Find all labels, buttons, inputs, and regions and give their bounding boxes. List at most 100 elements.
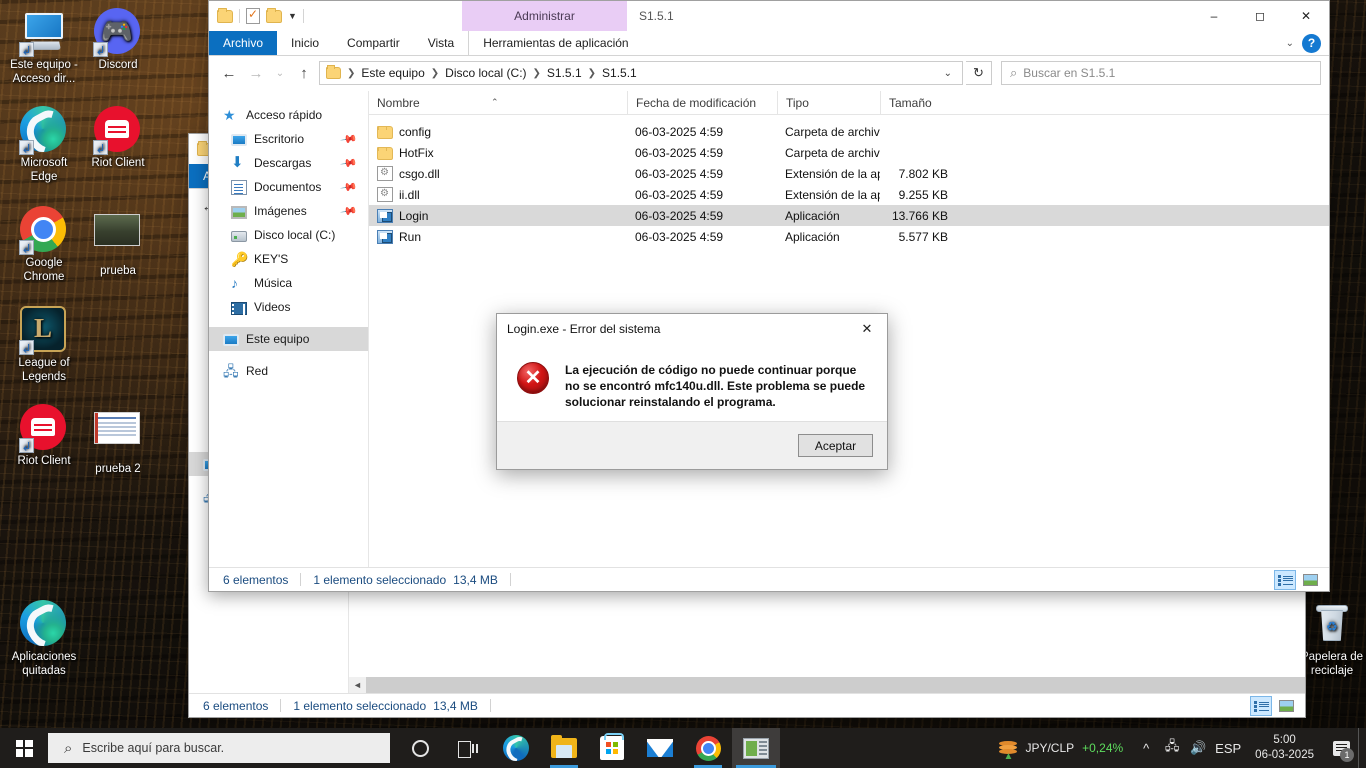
scroll-left-arrow-icon[interactable]: ◄ xyxy=(349,680,366,690)
column-header-nombre[interactable]: ⌃ Nombre xyxy=(369,91,627,115)
sidebar-item-descargas[interactable]: ⬇ Descargas 📌 xyxy=(209,151,368,175)
background-view-buttons[interactable] xyxy=(1250,695,1305,716)
refresh-button[interactable]: ↻ xyxy=(966,61,992,85)
forward-button[interactable]: → xyxy=(244,61,268,85)
search-input[interactable]: ⌕ Buscar en S1.5.1 xyxy=(1001,61,1321,85)
sidebar-item-documentos[interactable]: Documentos 📌 xyxy=(209,175,368,199)
notification-center-button[interactable]: 1 xyxy=(1324,728,1358,768)
breadcrumb-item-este-equipo[interactable]: Este equipo xyxy=(358,66,427,80)
desktop[interactable]: Este equipo - Acceso dir... 🎮 Discord Mi… xyxy=(0,0,1366,768)
column-header-tamano[interactable]: Tamaño xyxy=(880,91,960,115)
desktop-icon-riot-client[interactable]: Riot Client xyxy=(80,106,156,171)
help-icon[interactable]: ? xyxy=(1302,33,1321,53)
ribbon-right-controls[interactable]: ⌄ ? xyxy=(1286,31,1329,55)
view-buttons[interactable] xyxy=(1274,569,1329,590)
folder-icon[interactable] xyxy=(266,7,282,23)
taskbar-task-view-button[interactable] xyxy=(444,728,492,768)
sidebar-item-escritorio[interactable]: Escritorio 📌 xyxy=(209,127,368,151)
error-dialog[interactable]: Login.exe - Error del sistema ✕ ✕ La eje… xyxy=(496,313,888,470)
address-row[interactable]: ← → ⌄ ↑ ❯ Este equipo ❯ Disco local (C:)… xyxy=(209,56,1329,90)
titlebar[interactable]: ▼ Administrar S1.5.1 – ◻ ✕ xyxy=(209,1,1329,31)
sidebar-item-disco-local-c[interactable]: Disco local (C:) xyxy=(209,223,368,247)
taskbar-microsoft-edge-button[interactable] xyxy=(492,728,540,768)
breadcrumb-item-disco-local[interactable]: Disco local (C:) xyxy=(442,66,529,80)
accept-button[interactable]: Aceptar xyxy=(798,434,873,457)
customize-icon[interactable]: ▼ xyxy=(288,11,297,21)
desktop-icon-microsoft-edge[interactable]: Microsoft Edge xyxy=(6,106,82,184)
table-row[interactable]: ii.dll 06-03-2025 4:59 Extensión de la a… xyxy=(369,184,1329,205)
close-button[interactable]: ✕ xyxy=(1283,1,1329,31)
maximize-button[interactable]: ◻ xyxy=(1237,1,1283,31)
taskbar-microsoft-store-button[interactable] xyxy=(588,728,636,768)
quick-access-toolbar[interactable]: ▼ xyxy=(209,1,304,31)
breadcrumb[interactable]: ❯ Este equipo ❯ Disco local (C:) ❯ S1.5.… xyxy=(319,61,963,85)
table-row[interactable]: csgo.dll 06-03-2025 4:59 Extensión de la… xyxy=(369,163,1329,184)
table-row[interactable]: Login 06-03-2025 4:59 Aplicación 13.766 … xyxy=(369,205,1329,226)
sidebar-item-imagenes[interactable]: Imágenes 📌 xyxy=(209,199,368,223)
tab-compartir[interactable]: Compartir xyxy=(333,31,414,55)
sidebar-item-acceso-rapido[interactable]: ★ Acceso rápido xyxy=(209,103,368,127)
dialog-close-button[interactable]: ✕ xyxy=(847,314,887,344)
sidebar-item-este-equipo[interactable]: Este equipo xyxy=(209,327,368,351)
tray-stock-widget[interactable]: ▲ JPY/CLP +0,24% xyxy=(989,739,1133,762)
column-header-fecha[interactable]: Fecha de modificación xyxy=(627,91,777,115)
desktop-icon-este-equipo[interactable]: Este equipo - Acceso dir... xyxy=(6,8,82,86)
table-row[interactable]: Run 06-03-2025 4:59 Aplicación 5.577 KB xyxy=(369,226,1329,247)
pin-icon[interactable]: 📌 xyxy=(340,202,359,221)
taskbar-cortana-button[interactable] xyxy=(396,728,444,768)
volume-icon[interactable]: 🔊 xyxy=(1185,728,1211,768)
tab-inicio[interactable]: Inicio xyxy=(277,31,333,55)
column-headers[interactable]: ⌃ Nombre Fecha de modificación Tipo Tama… xyxy=(369,91,1329,115)
background-large-icons-view-button[interactable] xyxy=(1275,696,1297,716)
sidebar-item-keys[interactable]: 🔑 KEY'S xyxy=(209,247,368,271)
explorer-window[interactable]: ▼ Administrar S1.5.1 – ◻ ✕ Archivo Inici… xyxy=(208,0,1330,592)
breadcrumb-item-s151-2[interactable]: S1.5.1 xyxy=(599,66,640,80)
taskbar-file-explorer-button[interactable] xyxy=(540,728,588,768)
properties-icon[interactable] xyxy=(246,7,260,24)
dialog-titlebar[interactable]: Login.exe - Error del sistema ✕ xyxy=(497,314,887,344)
language-indicator[interactable]: ESP xyxy=(1211,728,1245,768)
ribbon-tabs[interactable]: Archivo Inicio Compartir Vista Herramien… xyxy=(209,31,1329,56)
pin-icon[interactable]: 📌 xyxy=(340,178,359,197)
breadcrumb-item-s151[interactable]: S1.5.1 xyxy=(544,66,585,80)
desktop-icon-prueba-2[interactable]: prueba 2 xyxy=(80,404,156,477)
scrollbar-thumb[interactable] xyxy=(366,677,1305,693)
show-desktop-button[interactable] xyxy=(1358,728,1366,768)
breadcrumb-dropdown-icon[interactable]: ⌄ xyxy=(938,68,958,79)
tab-archivo[interactable]: Archivo xyxy=(209,31,278,55)
taskbar-explorer-window-button[interactable] xyxy=(732,728,780,768)
taskbar[interactable]: ⌕ Escribe aquí para buscar. ▲ JPY/CLP +0… xyxy=(0,728,1366,768)
desktop-icon-discord[interactable]: 🎮 Discord xyxy=(80,8,156,73)
sidebar-item-red[interactable]: 🖧 Red xyxy=(209,359,368,383)
window-controls[interactable]: – ◻ ✕ xyxy=(1191,1,1329,31)
clock[interactable]: 5:00 06-03-2025 xyxy=(1245,733,1324,763)
pin-icon[interactable]: 📌 xyxy=(340,154,359,173)
back-button[interactable]: ← xyxy=(217,61,241,85)
large-icons-view-button[interactable] xyxy=(1299,570,1321,590)
tab-herramientas-de-aplicacion[interactable]: Herramientas de aplicación xyxy=(468,31,642,55)
details-view-button[interactable] xyxy=(1274,569,1296,590)
sidebar-item-musica[interactable]: ♪ Música xyxy=(209,271,368,295)
desktop-icon-league-of-legends[interactable]: L League of Legends xyxy=(6,306,82,384)
background-details-view-button[interactable] xyxy=(1250,695,1272,716)
pin-icon[interactable]: 📌 xyxy=(340,130,359,149)
desktop-icon-riot-client-2[interactable]: Riot Client xyxy=(6,404,82,469)
taskbar-items[interactable] xyxy=(396,728,780,768)
recent-locations-button[interactable]: ⌄ xyxy=(271,61,289,85)
minimize-button[interactable]: – xyxy=(1191,1,1237,31)
taskbar-search-input[interactable]: ⌕ Escribe aquí para buscar. xyxy=(48,733,390,763)
column-header-tipo[interactable]: Tipo xyxy=(777,91,880,115)
navigation-pane[interactable]: ★ Acceso rápido Escritorio 📌 ⬇ Descargas… xyxy=(209,91,369,567)
sidebar-item-videos[interactable]: Videos xyxy=(209,295,368,319)
desktop-icon-aplicaciones-quitadas[interactable]: Aplicaciones quitadas xyxy=(6,600,82,678)
desktop-icon-prueba[interactable]: prueba xyxy=(80,206,156,279)
table-row[interactable]: config 06-03-2025 4:59 Carpeta de archiv… xyxy=(369,121,1329,142)
new-folder-icon[interactable] xyxy=(217,7,233,23)
contextual-tab-administrar[interactable]: Administrar xyxy=(462,1,627,31)
background-horizontal-scrollbar[interactable]: ◄ xyxy=(349,677,1305,693)
table-row[interactable]: HotFix 06-03-2025 4:59 Carpeta de archiv… xyxy=(369,142,1329,163)
tray-expand-button[interactable]: ^ xyxy=(1133,728,1159,768)
tab-vista[interactable]: Vista xyxy=(414,31,468,55)
network-icon[interactable]: 🖧 xyxy=(1159,728,1185,768)
chevron-down-icon[interactable]: ⌄ xyxy=(1286,38,1294,49)
